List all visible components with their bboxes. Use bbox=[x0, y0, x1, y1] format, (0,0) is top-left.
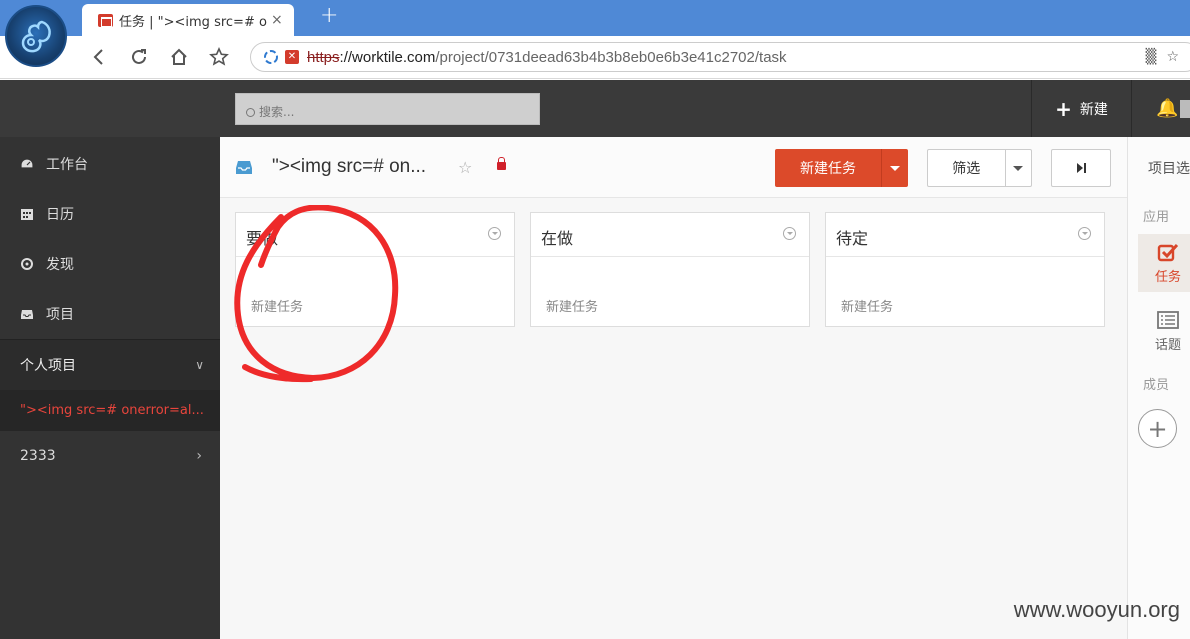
apps-section-label: 应用 bbox=[1143, 210, 1170, 225]
home-icon[interactable] bbox=[166, 44, 192, 70]
address-bar[interactable]: ✕ https://worktile.com/project/0731deead… bbox=[250, 42, 1190, 72]
sidebar-group-personal-projects[interactable]: 个人项目 ∨ bbox=[0, 340, 220, 390]
sidebar-item-label: 工作台 bbox=[46, 157, 88, 173]
sidebar-item-projects[interactable]: 项目 bbox=[0, 289, 220, 339]
project-inbox-icon bbox=[236, 161, 252, 174]
back-icon[interactable] bbox=[86, 44, 112, 70]
compass-icon bbox=[20, 257, 34, 271]
private-lock-icon bbox=[497, 157, 506, 170]
browser-tab[interactable]: 任务 | "><img src=# one × bbox=[82, 4, 294, 36]
tab-tasks[interactable]: 任务 bbox=[1138, 234, 1190, 292]
column-title-text: 要做 bbox=[246, 229, 279, 248]
tab-topics-label: 话题 bbox=[1154, 338, 1181, 353]
notification-bell-icon[interactable]: 🔔 bbox=[1156, 98, 1178, 119]
watermark: www.wooyun.org bbox=[1013, 597, 1180, 622]
avatar[interactable] bbox=[1180, 100, 1190, 118]
tab-tasks-label: 任务 bbox=[1154, 270, 1181, 285]
dashboard-icon bbox=[20, 157, 34, 171]
sidebar-item-active-project[interactable]: "><img src=# onerror=al... bbox=[0, 390, 220, 431]
column-title: 要做 bbox=[236, 213, 514, 257]
column-menu-icon[interactable] bbox=[1078, 227, 1091, 240]
new-task-button[interactable]: 新建任务 bbox=[775, 149, 908, 187]
search-input[interactable]: 搜索... bbox=[235, 93, 540, 125]
browser-toolbar: ✕ https://worktile.com/project/0731deead… bbox=[0, 36, 1190, 79]
insecure-lock-icon[interactable]: ✕ bbox=[285, 50, 299, 64]
filter-button[interactable]: 筛选 bbox=[927, 149, 1032, 187]
column-title-text: 待定 bbox=[836, 229, 869, 248]
column-menu-icon[interactable] bbox=[488, 227, 501, 240]
topic-list-icon bbox=[1157, 311, 1179, 329]
filter-dropdown-icon[interactable] bbox=[1004, 150, 1032, 186]
search-placeholder: 搜索... bbox=[259, 105, 295, 119]
sidebar-item-label: 日历 bbox=[46, 207, 74, 223]
column-title-text: 在做 bbox=[541, 229, 574, 248]
column-title: 待定 bbox=[826, 213, 1104, 257]
browser-logo-icon[interactable] bbox=[5, 5, 67, 67]
task-checkbox-icon bbox=[1157, 243, 1179, 262]
chevron-right-icon: › bbox=[196, 448, 202, 464]
bookmark-star-icon[interactable] bbox=[206, 44, 232, 70]
header-new-label: 新建 bbox=[1079, 101, 1108, 118]
worktile-favicon-icon bbox=[98, 13, 113, 27]
favorite-star-icon[interactable]: ☆ bbox=[1166, 49, 1179, 65]
tab-topics[interactable]: 话题 bbox=[1138, 302, 1190, 360]
reload-icon[interactable] bbox=[126, 44, 152, 70]
toggle-panel-button[interactable] bbox=[1051, 149, 1111, 187]
main-board: "><img src=# on... ☆ 新建任务 筛选 要做 新建任务 在做 … bbox=[220, 137, 1127, 639]
sidebar-item-label: 项目 bbox=[46, 307, 74, 323]
page-title: "><img src=# on... bbox=[272, 156, 427, 177]
sidebar-item-calendar[interactable]: 日历 bbox=[0, 189, 220, 239]
active-project-label: "><img src=# onerror=al... bbox=[20, 403, 204, 418]
column-title: 在做 bbox=[531, 213, 809, 257]
sidebar-group-label: 个人项目 bbox=[20, 358, 76, 374]
project-header: "><img src=# on... ☆ 新建任务 筛选 bbox=[220, 137, 1127, 198]
task-column-todo: 要做 新建任务 bbox=[235, 212, 515, 327]
filter-label: 筛选 bbox=[952, 161, 981, 177]
plus-icon: + bbox=[1055, 96, 1072, 121]
members-section-label: 成员 bbox=[1143, 378, 1170, 393]
column-menu-icon[interactable] bbox=[783, 227, 796, 240]
squirrel-logo-icon bbox=[21, 20, 51, 53]
url-text[interactable]: https://worktile.com/project/0731deead63… bbox=[307, 49, 787, 66]
app-header: 搜索... + 新建 🔔 bbox=[0, 80, 1190, 137]
new-task-label: 新建任务 bbox=[800, 161, 856, 177]
add-task-link[interactable]: 新建任务 bbox=[546, 296, 598, 315]
sidebar-group-2333[interactable]: 2333 › bbox=[0, 431, 220, 481]
url-path: /project/0731deead63b4b3b8eb0e6b3e41c270… bbox=[435, 48, 787, 66]
star-project-icon[interactable]: ☆ bbox=[458, 158, 472, 177]
sidebar-item-label: 发现 bbox=[46, 257, 74, 273]
sidebar-group-label: 2333 bbox=[20, 448, 56, 464]
new-tab-button[interactable]: + bbox=[320, 3, 338, 28]
play-next-icon bbox=[1076, 163, 1083, 173]
header-new-button[interactable]: + 新建 bbox=[1031, 80, 1132, 137]
add-member-button[interactable]: + bbox=[1138, 409, 1177, 448]
browser-tab-title: 任务 | "><img src=# one bbox=[119, 14, 267, 30]
sidebar-item-discover[interactable]: 发现 bbox=[0, 239, 220, 289]
add-task-link[interactable]: 新建任务 bbox=[841, 296, 893, 315]
new-task-dropdown-icon[interactable] bbox=[881, 149, 908, 187]
sidebar: 工作台 日历 发现 项目 个人项目 ∨ "><img src=# onerror… bbox=[0, 137, 220, 639]
tab-close-icon[interactable]: × bbox=[271, 12, 283, 28]
url-host: ://worktile.com bbox=[339, 48, 436, 66]
calendar-icon bbox=[20, 207, 34, 221]
qrcode-icon[interactable]: ▒ bbox=[1146, 49, 1157, 65]
right-panel-title: 项目选 bbox=[1148, 161, 1190, 177]
url-scheme: https bbox=[307, 48, 340, 66]
chevron-down-icon: ∨ bbox=[195, 358, 204, 372]
inbox-icon bbox=[20, 307, 34, 321]
right-panel: 项目选 应用 任务 话题 成员 + bbox=[1127, 137, 1190, 639]
site-info-icon[interactable] bbox=[263, 49, 279, 65]
add-task-link[interactable]: 新建任务 bbox=[251, 296, 303, 315]
search-icon bbox=[246, 108, 255, 117]
task-column-doing: 在做 新建任务 bbox=[530, 212, 810, 327]
browser-tab-strip: 任务 | "><img src=# one × + bbox=[0, 0, 1190, 36]
sidebar-item-workbench[interactable]: 工作台 bbox=[0, 139, 220, 189]
task-column-pending: 待定 新建任务 bbox=[825, 212, 1105, 327]
